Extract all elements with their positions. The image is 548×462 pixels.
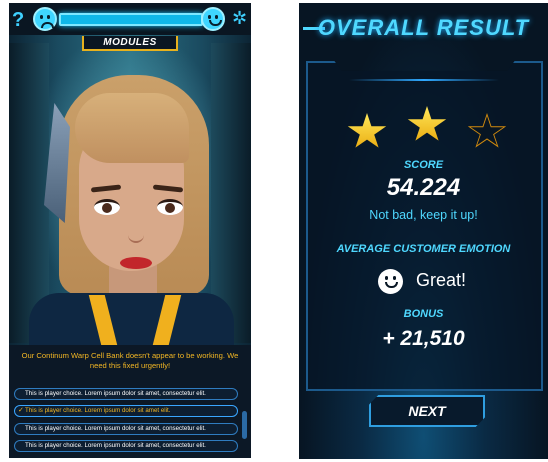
happy-face-icon <box>378 269 403 294</box>
emotion-meter <box>59 13 203 26</box>
sad-face-icon <box>33 7 57 31</box>
bonus-label: BONUS <box>403 308 444 320</box>
settings-gear-icon[interactable]: ✲ <box>232 9 247 27</box>
top-bar: ? ✲ <box>9 3 251 35</box>
happy-face-icon <box>201 7 225 31</box>
player-choice-2[interactable]: ✓ This is player choice. Lorem ipsum dol… <box>14 405 238 417</box>
frame-divider <box>349 79 499 81</box>
character-lips <box>120 257 152 269</box>
choice-text: This is player choice. Lorem ipsum dolor… <box>25 390 206 397</box>
help-icon[interactable]: ? <box>12 10 24 30</box>
emotion-row: Great! <box>299 269 548 299</box>
next-button[interactable]: NEXT <box>369 395 485 427</box>
result-screen: OVERALL RESULT SCORE 54.224 Not bad, kee… <box>299 3 548 459</box>
bonus-value: + 21,510 <box>382 327 465 350</box>
customer-prompt: Our Continum Warp Cell Bank doesn't appe… <box>21 351 239 370</box>
choice-text: This is player choice. Lorem ipsum dolor… <box>25 442 206 449</box>
character-eye-left <box>94 199 120 215</box>
emotion-value: Great! <box>416 270 467 290</box>
player-choice-1[interactable]: This is player choice. Lorem ipsum dolor… <box>14 388 238 400</box>
emotion-label: AVERAGE CUSTOMER EMOTION <box>336 243 511 255</box>
dialogue-screen: ? ✲ MODULES Our Continum Warp Cell Bank … <box>9 3 251 458</box>
player-choice-4[interactable]: This is player choice. Lorem ipsum dolor… <box>14 440 238 452</box>
choice-text: This is player choice. Lorem ipsum dolor… <box>25 425 206 432</box>
character-eye-right <box>157 199 183 215</box>
score-label: SCORE <box>403 159 444 171</box>
score-comment: Not bad, keep it up! <box>369 208 478 222</box>
character-suit <box>29 293 234 348</box>
result-title: OVERALL RESULT <box>317 15 530 40</box>
character-bangs <box>75 93 189 163</box>
modules-tab[interactable]: MODULES <box>82 36 178 51</box>
score-value: 54.224 <box>386 174 461 201</box>
player-choice-3[interactable]: This is player choice. Lorem ipsum dolor… <box>14 423 238 435</box>
choice-text: This is player choice. Lorem ipsum dolor… <box>25 407 171 414</box>
choices-scrollbar[interactable] <box>242 411 247 439</box>
checkmark-icon: ✓ <box>18 407 24 414</box>
